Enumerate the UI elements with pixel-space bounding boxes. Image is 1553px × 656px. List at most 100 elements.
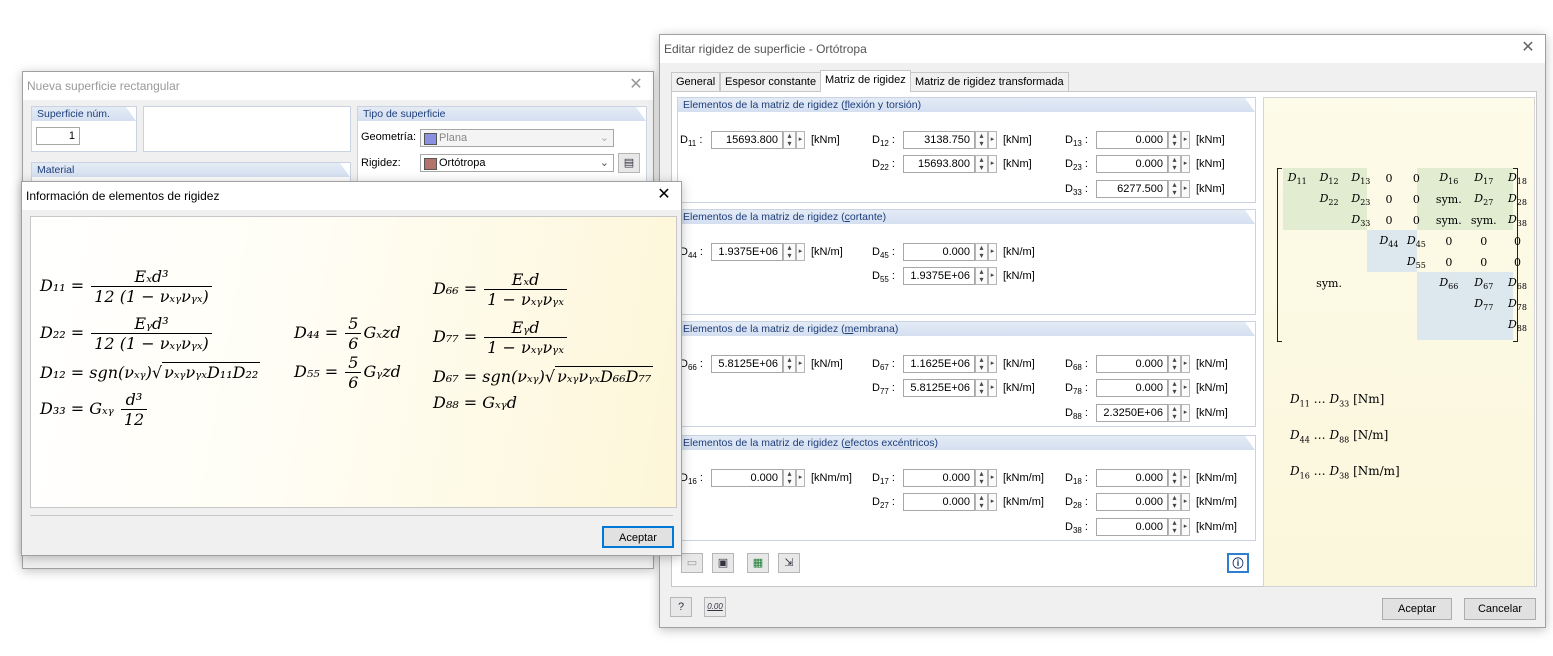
arrow-right-icon[interactable]: ▸ [796, 131, 805, 149]
import-icon[interactable]: ⇲ [778, 553, 800, 573]
field-d68[interactable]: 0.000 [1096, 355, 1168, 373]
spinner-d38[interactable]: ▴ ▾ [1168, 518, 1181, 536]
spinner-d45[interactable]: ▴ ▾ [975, 243, 988, 261]
field-d77[interactable]: 5.8125E+06 [903, 379, 975, 397]
arrow-right-icon[interactable]: ▸ [1181, 355, 1190, 373]
spinner-d55[interactable]: ▴ ▾ [975, 267, 988, 285]
formula-d66: D₆₆ = Eₓd 1 − νₓᵧνᵧₓ [433, 270, 569, 309]
unit-d66: [kN/m] [811, 358, 843, 370]
arrow-right-icon[interactable]: ▸ [1181, 404, 1190, 422]
arrow-right-icon[interactable]: ▸ [1181, 469, 1190, 487]
arrow-right-icon[interactable]: ▸ [988, 131, 997, 149]
arrow-right-icon[interactable]: ▸ [988, 379, 997, 397]
spinner-d17[interactable]: ▴ ▾ [975, 469, 988, 487]
cancel-button[interactable]: Cancelar [1464, 598, 1536, 620]
export-excel-icon[interactable]: ▦ [747, 553, 769, 573]
spinner-d77[interactable]: ▴ ▾ [975, 379, 988, 397]
unit-d88: [kN/m] [1196, 407, 1228, 419]
geometry-select[interactable]: Plana ⌄ [420, 129, 614, 147]
arrow-right-icon[interactable]: ▸ [1181, 493, 1190, 511]
matrix-cell: 0 [1513, 235, 1521, 248]
spinner-d16[interactable]: ▴ ▾ [783, 469, 796, 487]
arrow-right-icon[interactable]: ▸ [1181, 180, 1190, 198]
field-d13[interactable]: 0.000 [1096, 131, 1168, 149]
edit-stiffness-icon[interactable]: ▤ [618, 153, 640, 173]
field-d27[interactable]: 0.000 [903, 493, 975, 511]
spinner-d27[interactable]: ▴ ▾ [975, 493, 988, 511]
arrow-right-icon[interactable]: ▸ [988, 267, 997, 285]
matrix-cell: sym. [1435, 214, 1462, 227]
save-icon[interactable]: ▣ [712, 553, 734, 573]
arrow-right-icon[interactable]: ▸ [1181, 155, 1190, 173]
spinner-d11[interactable]: ▴ ▾ [783, 131, 796, 149]
arrow-right-icon[interactable]: ▸ [988, 469, 997, 487]
field-d17[interactable]: 0.000 [903, 469, 975, 487]
matrix-cell: 0 [1445, 235, 1453, 248]
arrow-right-icon[interactable]: ▸ [796, 355, 805, 373]
label-d55: D55 : [872, 270, 895, 285]
arrow-right-icon[interactable]: ▸ [1181, 131, 1190, 149]
matrix-cell: 0 [1513, 256, 1521, 269]
field-d33[interactable]: 6277.500 [1096, 180, 1168, 198]
field-d66[interactable]: 5.8125E+06 [711, 355, 783, 373]
spinner-d13[interactable]: ▴ ▾ [1168, 131, 1181, 149]
arrow-right-icon[interactable]: ▸ [1181, 518, 1190, 536]
field-d16[interactable]: 0.000 [711, 469, 783, 487]
matrix-cell [1282, 231, 1313, 252]
field-d88[interactable]: 2.3250E+06 [1096, 404, 1168, 422]
field-d18[interactable]: 0.000 [1096, 469, 1168, 487]
arrow-right-icon[interactable]: ▸ [796, 469, 805, 487]
info-icon[interactable]: ⓘ [1227, 553, 1249, 573]
matrix-cell [1282, 252, 1313, 273]
field-d11[interactable]: 15693.800 [711, 131, 783, 149]
spinner-d22[interactable]: ▴ ▾ [975, 155, 988, 173]
arrow-right-icon[interactable]: ▸ [988, 355, 997, 373]
arrow-right-icon[interactable]: ▸ [988, 155, 997, 173]
spinner-d78[interactable]: ▴ ▾ [1168, 379, 1181, 397]
close-icon[interactable]: ✕ [655, 186, 673, 204]
surface-number-field[interactable]: 1 [36, 127, 80, 145]
calculator-icon[interactable]: 0.00 [704, 597, 726, 617]
label-d22: D22 : [872, 158, 895, 173]
spinner-d44[interactable]: ▴ ▾ [783, 243, 796, 261]
field-d55[interactable]: 1.9375E+06 [903, 267, 975, 285]
field-d44[interactable]: 1.9375E+06 [711, 243, 783, 261]
close-icon[interactable]: ✕ [1519, 39, 1537, 57]
spinner-d67[interactable]: ▴ ▾ [975, 355, 988, 373]
spinner-d66[interactable]: ▴ ▾ [783, 355, 796, 373]
field-d12[interactable]: 3138.750 [903, 131, 975, 149]
spinner-d68[interactable]: ▴ ▾ [1168, 355, 1181, 373]
spinner-d28[interactable]: ▴ ▾ [1168, 493, 1181, 511]
field-d23[interactable]: 0.000 [1096, 155, 1168, 173]
stiffness-select[interactable]: Ortótropa ⌄ [420, 154, 614, 172]
arrow-right-icon[interactable]: ▸ [988, 243, 997, 261]
spinner-d23[interactable]: ▴ ▾ [1168, 155, 1181, 173]
ok-button[interactable]: Aceptar [602, 526, 674, 548]
unit-d16: [kNm/m] [811, 472, 852, 484]
field-d38[interactable]: 0.000 [1096, 518, 1168, 536]
field-d22[interactable]: 15693.800 [903, 155, 975, 173]
matrix-cell [1376, 294, 1402, 315]
ok-button[interactable]: Aceptar [1382, 598, 1452, 620]
tab-general[interactable]: General [671, 72, 721, 92]
arrow-right-icon[interactable]: ▸ [1181, 379, 1190, 397]
unit-d55: [kN/m] [1003, 270, 1035, 282]
spinner-d88[interactable]: ▴ ▾ [1168, 404, 1181, 422]
spinner-d12[interactable]: ▴ ▾ [975, 131, 988, 149]
arrow-right-icon[interactable]: ▸ [988, 493, 997, 511]
close-icon[interactable]: ✕ [627, 76, 645, 94]
tab-constant-thickness[interactable]: Espesor constante [720, 72, 822, 92]
field-d28[interactable]: 0.000 [1096, 493, 1168, 511]
arrow-right-icon[interactable]: ▸ [796, 243, 805, 261]
open-folder-icon[interactable]: ▭ [681, 553, 703, 573]
field-d78[interactable]: 0.000 [1096, 379, 1168, 397]
geometry-value: Plana [439, 132, 468, 144]
spinner-d33[interactable]: ▴ ▾ [1168, 180, 1181, 198]
spinner-d18[interactable]: ▴ ▾ [1168, 469, 1181, 487]
tab-stiffness-matrix[interactable]: Matriz de rigidez [820, 70, 911, 92]
legend-item: D44 … D88 [N/m] [1290, 428, 1389, 445]
field-d67[interactable]: 1.1625E+06 [903, 355, 975, 373]
field-d45[interactable]: 0.000 [903, 243, 975, 261]
tab-transformed-stiffness-matrix[interactable]: Matriz de rigidez transformada [910, 72, 1069, 92]
help-icon[interactable]: ? [670, 597, 692, 617]
